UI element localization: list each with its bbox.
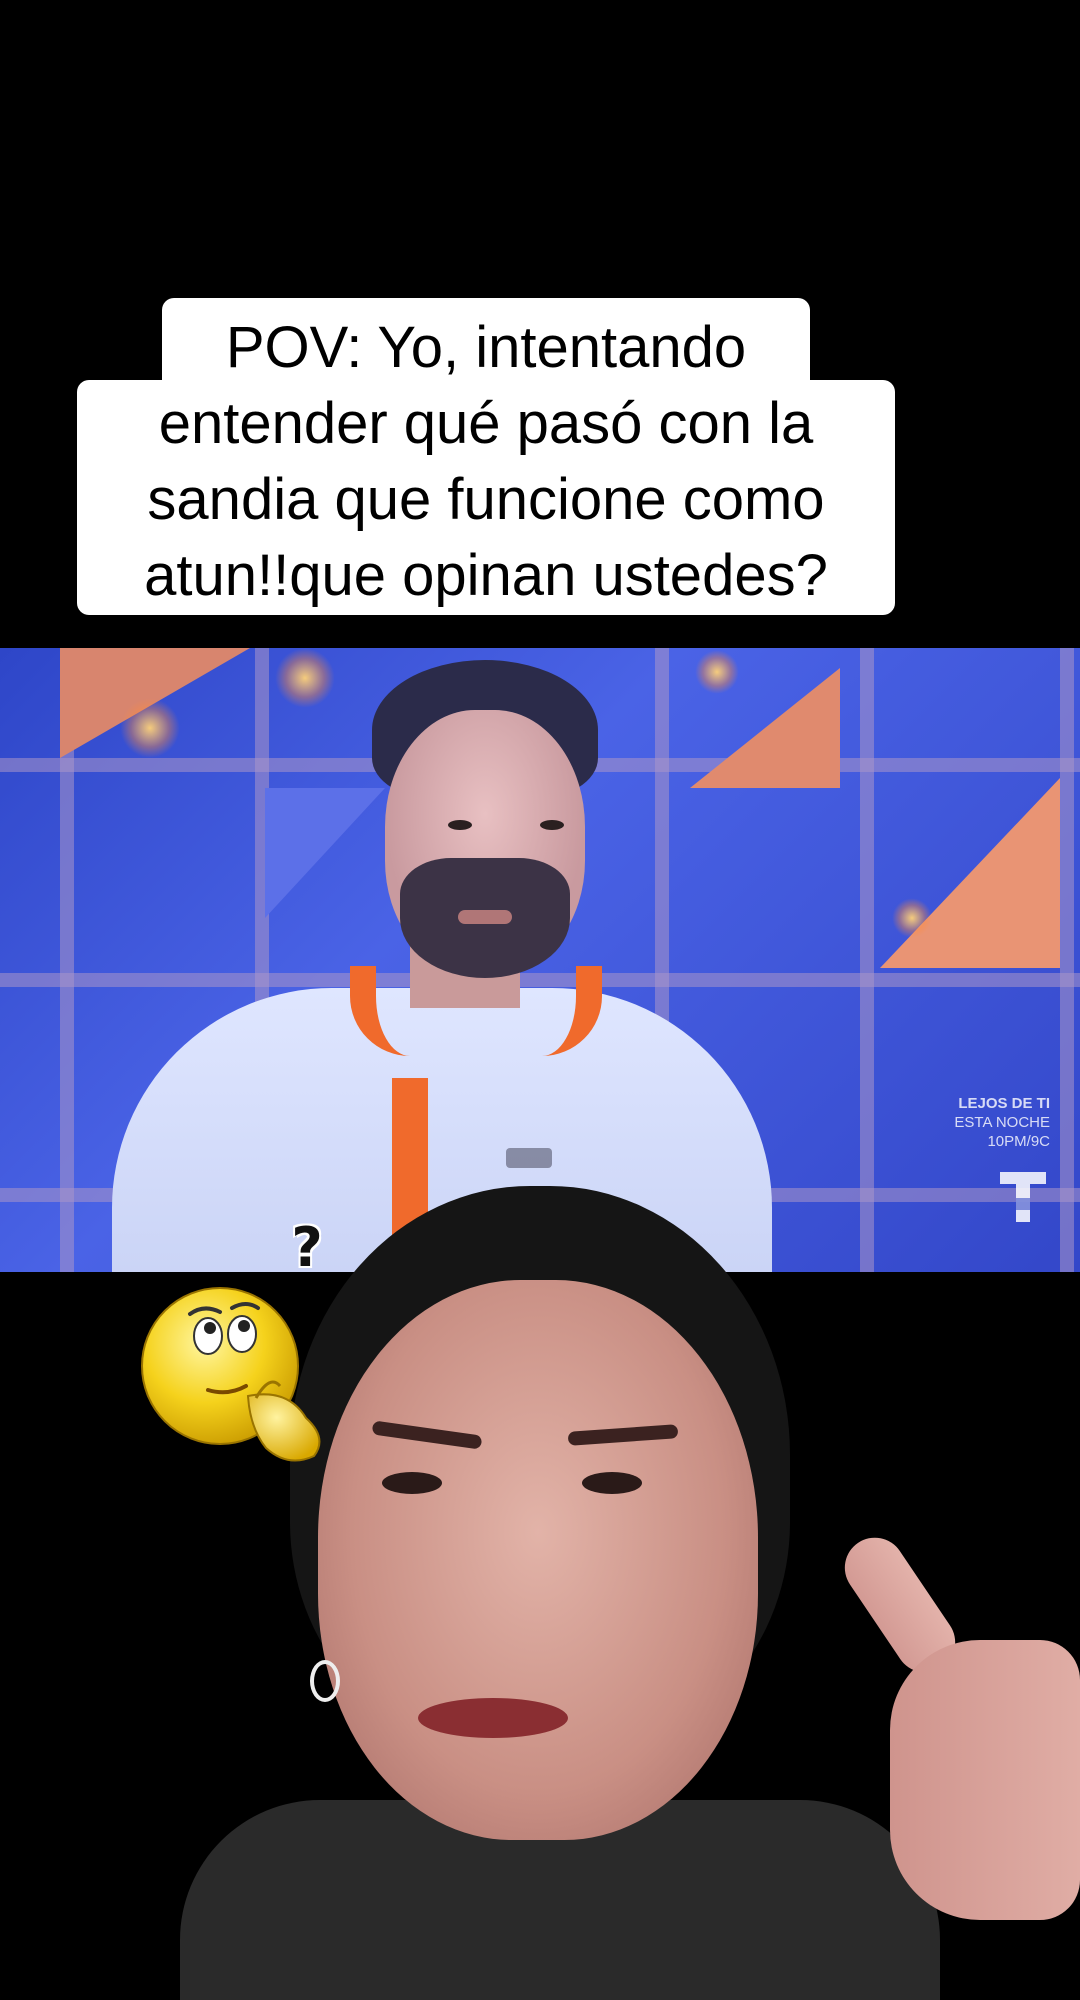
promo-title: LEJOS DE TI <box>958 1095 1050 1112</box>
creator-hand <box>890 1640 1080 1920</box>
caption-line-4: atun!!que opinan ustedes? <box>144 543 828 608</box>
creator-eye-right <box>582 1472 642 1494</box>
shelf-divider <box>1060 648 1074 1272</box>
caption-line-2: entender qué pasó con la <box>158 391 814 456</box>
decor-triangle <box>265 788 385 918</box>
shelf-divider <box>860 648 874 1272</box>
creator-earring <box>310 1660 340 1702</box>
telemundo-logo-icon <box>998 1168 1048 1226</box>
chef-eye-left <box>448 820 472 830</box>
creator-face <box>318 1280 758 1840</box>
creator-lips <box>418 1698 568 1738</box>
tv-promo-text: LEJOS DE TI ESTA NOCHE 10PM/9C <box>954 1094 1050 1151</box>
creator-eye-left <box>382 1472 442 1494</box>
caption-line-3: sandia que funcione como <box>147 467 825 532</box>
thinking-face-icon <box>138 1278 344 1468</box>
studio-light <box>892 898 932 938</box>
chef-mouth <box>458 910 512 924</box>
telemundo-logo-icon-svg <box>1000 1172 1046 1222</box>
thinking-face-icon-svg <box>141 1287 321 1462</box>
video-caption: POV: Yo, intentando entender qué pasó co… <box>77 298 895 615</box>
chef-eye-right <box>540 820 564 830</box>
chef-name-badge <box>506 1148 552 1168</box>
studio-light <box>695 650 739 694</box>
promo-subtitle: ESTA NOCHE <box>954 1114 1050 1131</box>
tv-clip-frame: LEJOS DE TI ESTA NOCHE 10PM/9C <box>0 648 1080 1272</box>
promo-time: 10PM/9C <box>987 1133 1050 1150</box>
studio-light <box>120 698 180 758</box>
studio-light <box>275 648 335 708</box>
decor-triangle <box>880 778 1060 968</box>
question-mark-sticker: ? <box>291 1216 323 1279</box>
caption-line-1: POV: Yo, intentando <box>225 315 747 380</box>
